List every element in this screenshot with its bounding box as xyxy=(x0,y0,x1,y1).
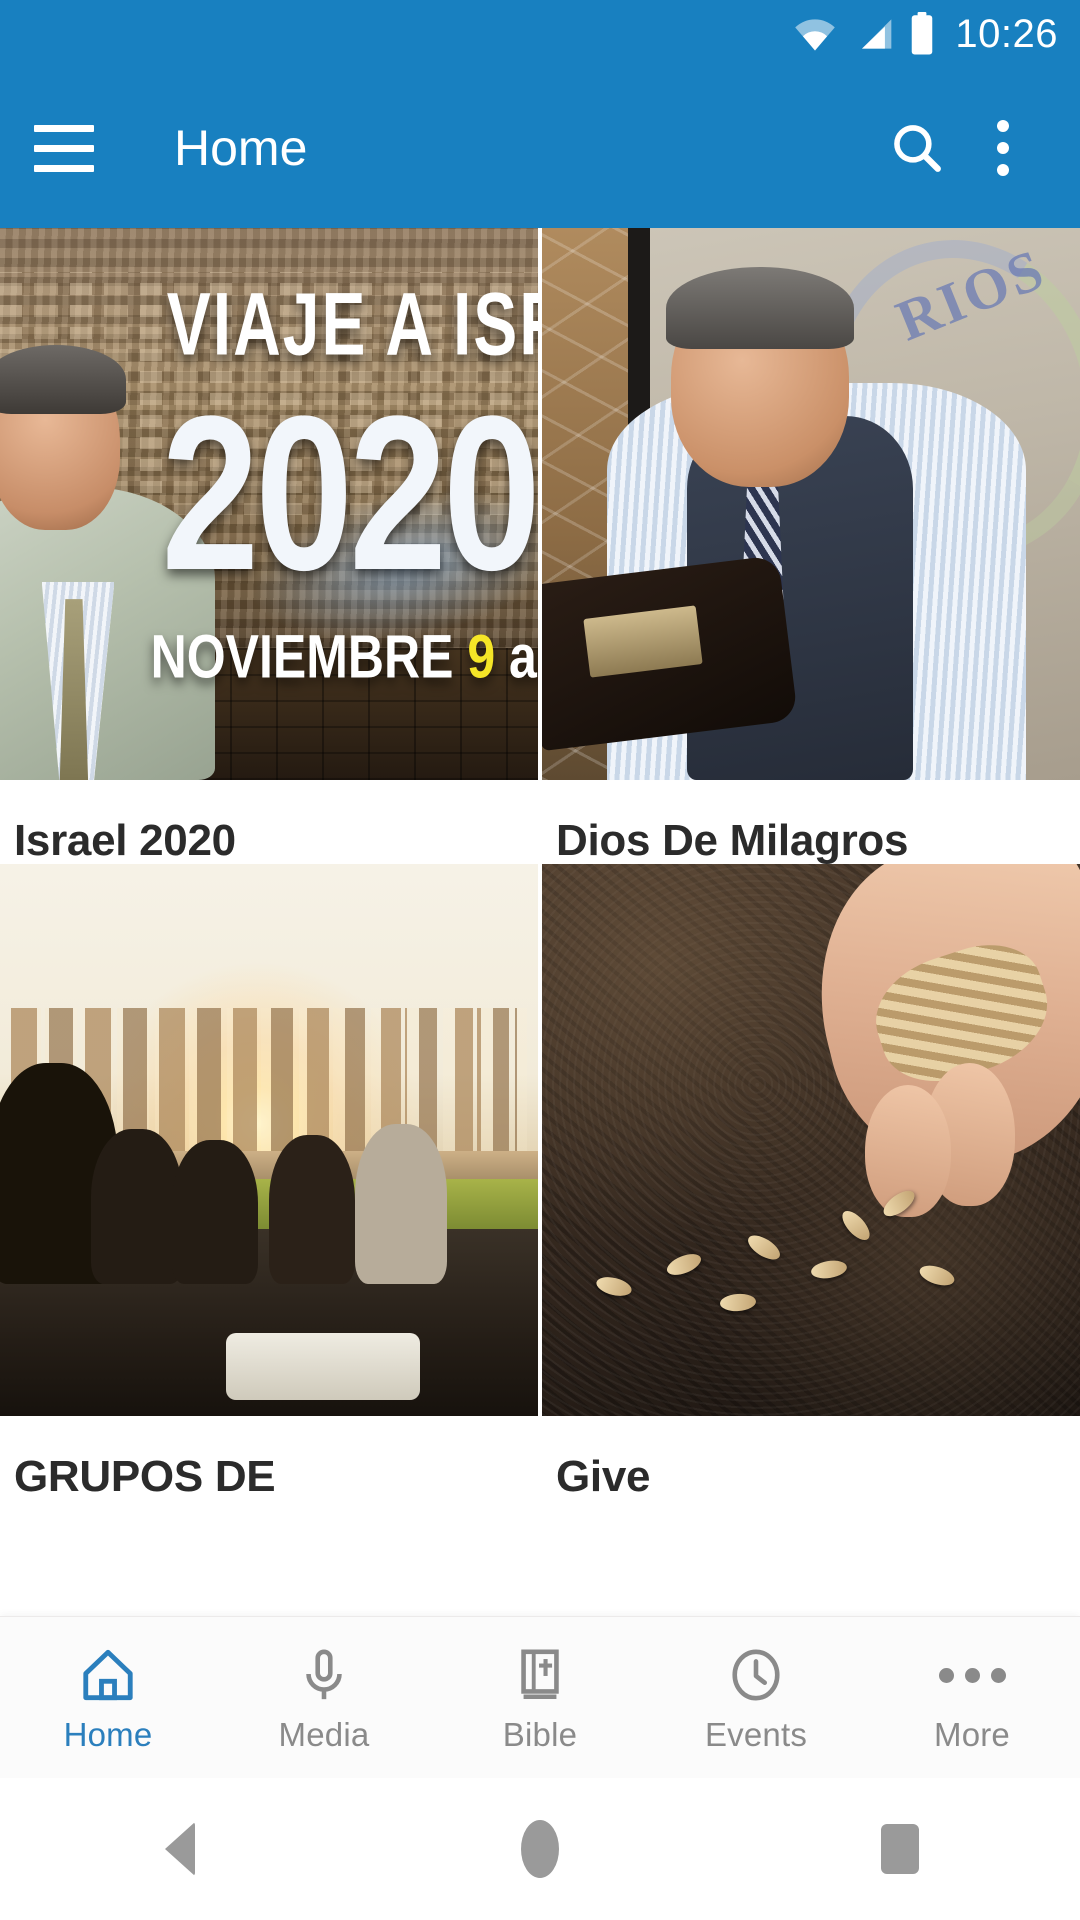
card-title: GRUPOS DE xyxy=(14,1452,276,1502)
card-grupos-de-conexion[interactable]: GRUPOS DE xyxy=(0,864,538,1500)
nav-item-more[interactable]: More xyxy=(864,1617,1080,1778)
back-triangle-icon xyxy=(165,1822,195,1876)
recents-button[interactable] xyxy=(810,1778,990,1920)
home-button[interactable] xyxy=(450,1778,630,1920)
bible-book-icon xyxy=(511,1644,569,1706)
clock-icon xyxy=(727,1644,785,1706)
poster-date-prefix: NOVIEMBRE xyxy=(150,622,468,691)
card-title: Dios De Milagros xyxy=(556,816,909,865)
poster-headline: VIAJE A ISRA xyxy=(166,273,538,374)
bottom-navigation-bar: Home Media Bible Events More xyxy=(0,1616,1080,1778)
poster-date: NOVIEMBRE 9 al 1 xyxy=(151,621,538,692)
home-circle-icon xyxy=(521,1820,559,1878)
overflow-menu-icon[interactable] xyxy=(960,105,1046,191)
nav-item-home[interactable]: Home xyxy=(0,1617,216,1778)
card-dios-de-milagros[interactable]: RIOS Dios De Milagros xyxy=(542,228,1080,864)
person-silhouette-art xyxy=(355,1123,447,1284)
status-bar-clock: 10:26 xyxy=(955,12,1058,56)
nav-label: Home xyxy=(63,1716,153,1753)
card-image-israel-2020[interactable]: VIAJE A ISRA 2020 NOVIEMBRE 9 al 1 xyxy=(0,228,538,780)
card-title: Israel 2020 xyxy=(14,816,236,865)
nav-item-bible[interactable]: Bible xyxy=(432,1617,648,1778)
wifi-icon xyxy=(793,17,837,51)
nav-label: Bible xyxy=(502,1716,578,1753)
nav-label: Events xyxy=(704,1716,808,1753)
nav-item-events[interactable]: Events xyxy=(648,1617,864,1778)
card-image-grupos-de-conexion[interactable] xyxy=(0,864,538,1417)
search-icon[interactable] xyxy=(874,105,960,191)
android-system-navigation xyxy=(0,1778,1080,1920)
card-title: Give xyxy=(556,1452,651,1502)
poster-date-highlight: 9 xyxy=(467,622,496,691)
person-silhouette-art xyxy=(269,1134,356,1284)
microphone-icon xyxy=(295,1644,353,1706)
poster-date-suffix: al 1 xyxy=(509,622,538,691)
poster-year: 2020 xyxy=(161,371,538,617)
battery-full-icon xyxy=(909,12,935,56)
card-row-2: GRUPOS DE Give xyxy=(0,864,1080,1500)
app-bar: Home xyxy=(0,68,1080,228)
card-israel-2020[interactable]: VIAJE A ISRA 2020 NOVIEMBRE 9 al 1 Israe… xyxy=(0,228,538,864)
card-give[interactable]: Give xyxy=(542,864,1080,1500)
status-bar: 10:26 xyxy=(0,0,1080,68)
cellular-signal-icon xyxy=(851,17,895,51)
nav-label: More xyxy=(934,1716,1010,1753)
card-row-1: VIAJE A ISRA 2020 NOVIEMBRE 9 al 1 Israe… xyxy=(0,228,1080,864)
open-bible-art xyxy=(542,555,799,751)
card-image-give[interactable] xyxy=(542,864,1080,1417)
home-icon xyxy=(79,1644,137,1706)
page-title: Home xyxy=(174,120,308,176)
back-button[interactable] xyxy=(90,1778,270,1920)
hamburger-menu-icon[interactable] xyxy=(34,112,106,184)
more-dots-icon xyxy=(938,1644,1006,1706)
person-silhouette-art xyxy=(172,1140,259,1284)
nav-item-media[interactable]: Media xyxy=(216,1617,432,1778)
card-image-dios-de-milagros[interactable]: RIOS xyxy=(542,228,1080,780)
preacher-hair-art xyxy=(665,266,855,350)
cooler-box-art xyxy=(225,1333,420,1400)
nav-label: Media xyxy=(278,1716,370,1753)
recents-square-icon xyxy=(881,1824,919,1874)
person-silhouette-art xyxy=(91,1129,183,1284)
